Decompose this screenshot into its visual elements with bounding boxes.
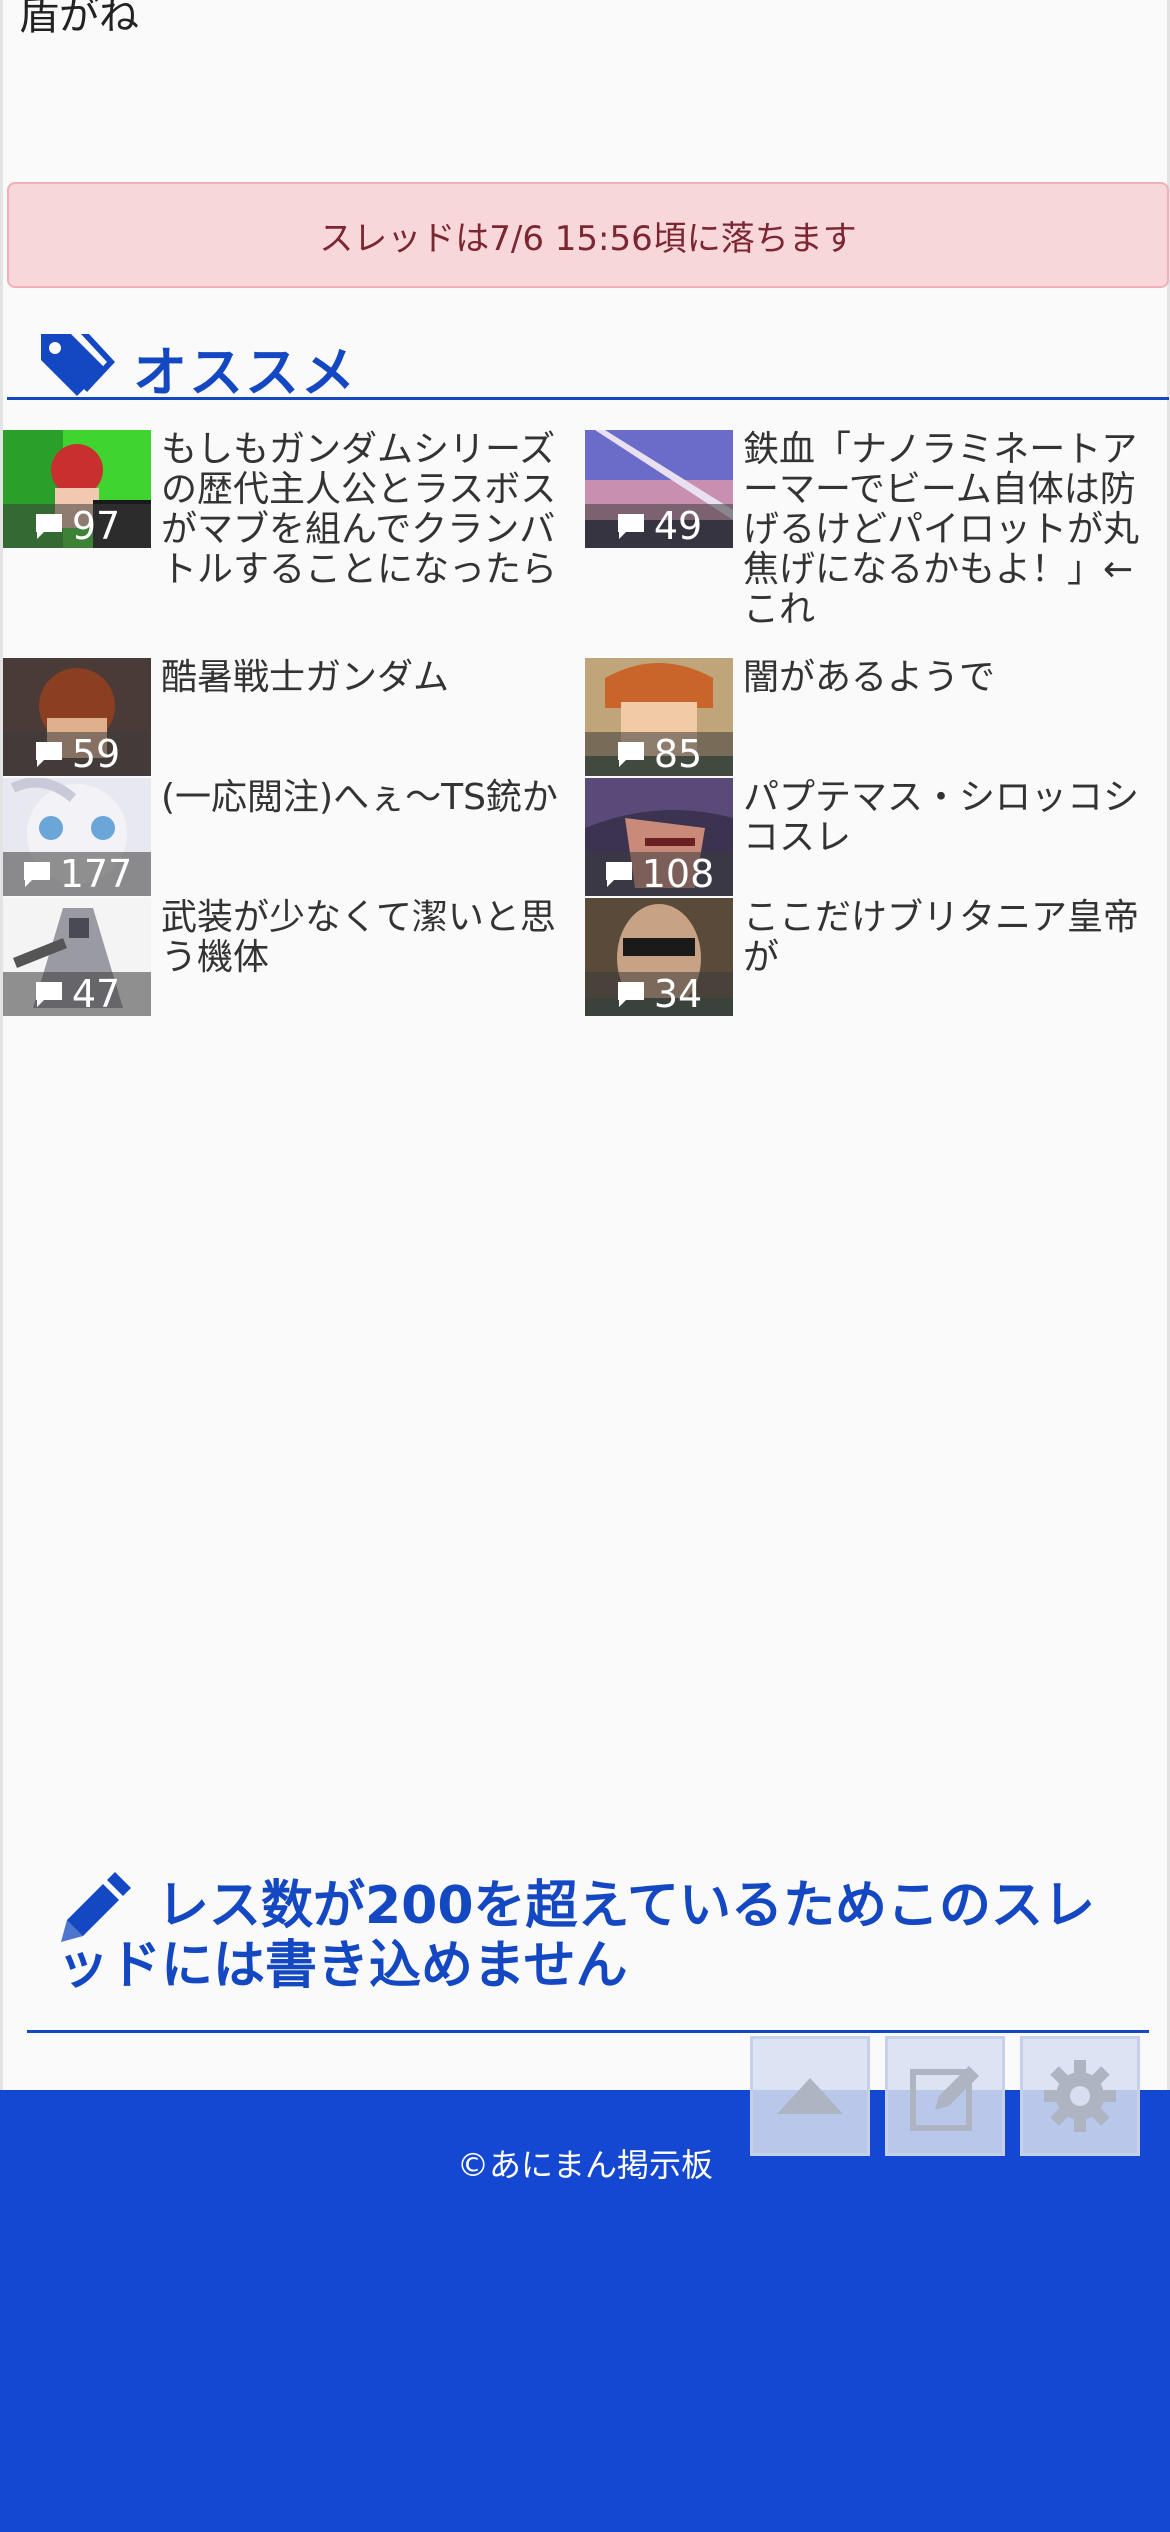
comment-count: 49 [653, 504, 703, 548]
gear-icon [1044, 2060, 1116, 2132]
recommend-item[interactable]: 47 武装が少なくて潔いと思う機体 [3, 898, 583, 1016]
comment-count: 108 [641, 852, 715, 896]
comment-count-badge: 59 [3, 732, 151, 776]
post-closed-text: レス数が200を超えているためこのスレッドには書き込めません [57, 1876, 1095, 1996]
comment-icon [35, 742, 62, 767]
recommend-item[interactable]: 85 闇があるようで [585, 658, 1165, 776]
thread-title-link[interactable]: (一応閲注)へぇ〜TS銃か [161, 778, 566, 818]
write-button[interactable] [885, 2036, 1005, 2156]
thread-thumbnail: 34 [585, 898, 733, 1016]
comment-icon [617, 982, 644, 1007]
thread-title-link[interactable]: 鉄血「ナノラミネートアーマーでビーム自体は防げるけどパイロットが丸焦げになるかも… [743, 430, 1148, 630]
thread-expiry-notice: スレッドは7/6 15:56頃に落ちます [7, 182, 1169, 288]
thread-content: 盾がね スレッドは7/6 15:56頃に落ちます オススメ 97 もしもガンダム… [0, 0, 1170, 2090]
thread-expiry-text: スレッドは7/6 15:56頃に落ちます [319, 218, 857, 259]
thread-thumbnail: 108 [585, 778, 733, 896]
tag-icon [41, 334, 115, 396]
comment-count-badge: 177 [3, 852, 151, 896]
recommend-item[interactable]: 177 (一応閲注)へぇ〜TS銃か [3, 778, 583, 896]
thread-title-link[interactable]: もしもガンダムシリーズの歴代主人公とラスボスがマブを組んでクランバトルすることに… [161, 430, 566, 590]
comment-count: 47 [71, 972, 121, 1016]
comment-icon [35, 514, 62, 539]
edit-icon [910, 2066, 979, 2131]
recommend-item[interactable]: 34 ここだけブリタニア皇帝が [585, 898, 1165, 1016]
comment-count: 97 [71, 504, 121, 548]
thread-thumbnail: 47 [3, 898, 151, 1016]
thread-thumbnail: 85 [585, 658, 733, 776]
comment-count-badge: 34 [585, 972, 733, 1016]
thread-thumbnail: 97 [3, 430, 151, 548]
recommend-item[interactable]: 108 パプテマス・シロッコシコスレ [585, 778, 1165, 896]
comment-count: 85 [653, 732, 703, 776]
previous-post-text: 盾がね [19, 0, 139, 39]
thread-title-link[interactable]: 酷暑戦士ガンダム [161, 658, 566, 698]
recommend-title: オススメ [133, 341, 357, 404]
comment-count-badge: 49 [585, 504, 733, 548]
thread-thumbnail: 49 [585, 430, 733, 548]
comment-count-badge: 47 [3, 972, 151, 1016]
thread-thumbnail: 59 [3, 658, 151, 776]
thread-title-link[interactable]: ここだけブリタニア皇帝が [743, 898, 1148, 978]
arrow-up-icon [777, 2078, 843, 2114]
comment-count: 177 [59, 852, 133, 896]
settings-button[interactable] [1020, 2036, 1140, 2156]
comment-icon [605, 862, 632, 887]
thread-thumbnail: 177 [3, 778, 151, 896]
comment-icon [35, 982, 62, 1007]
recommend-item[interactable]: 97 もしもガンダムシリーズの歴代主人公とラスボスがマブを組んでクランバトルする… [3, 430, 583, 590]
comment-icon [617, 742, 644, 767]
recommend-item[interactable]: 59 酷暑戦士ガンダム [3, 658, 583, 776]
post-closed-notice: レス数が200を超えているためこのスレッドには書き込めません [27, 1868, 1149, 2033]
comment-count: 34 [653, 972, 703, 1016]
thread-title-link[interactable]: 闇があるようで [743, 658, 1148, 698]
recommend-item[interactable]: 49 鉄血「ナノラミネートアーマーでビーム自体は防げるけどパイロットが丸焦げにな… [585, 430, 1165, 630]
comment-count-badge: 108 [585, 852, 733, 896]
thread-title-link[interactable]: 武装が少なくて潔いと思う機体 [161, 898, 566, 978]
scroll-top-button[interactable] [750, 2036, 870, 2156]
comment-count: 59 [71, 732, 121, 776]
comment-icon [617, 514, 644, 539]
comment-icon [23, 862, 50, 887]
thread-title-link[interactable]: パプテマス・シロッコシコスレ [743, 778, 1148, 858]
comment-count-badge: 97 [3, 504, 151, 548]
comment-count-badge: 85 [585, 732, 733, 776]
recommend-header: オススメ [7, 320, 1169, 404]
